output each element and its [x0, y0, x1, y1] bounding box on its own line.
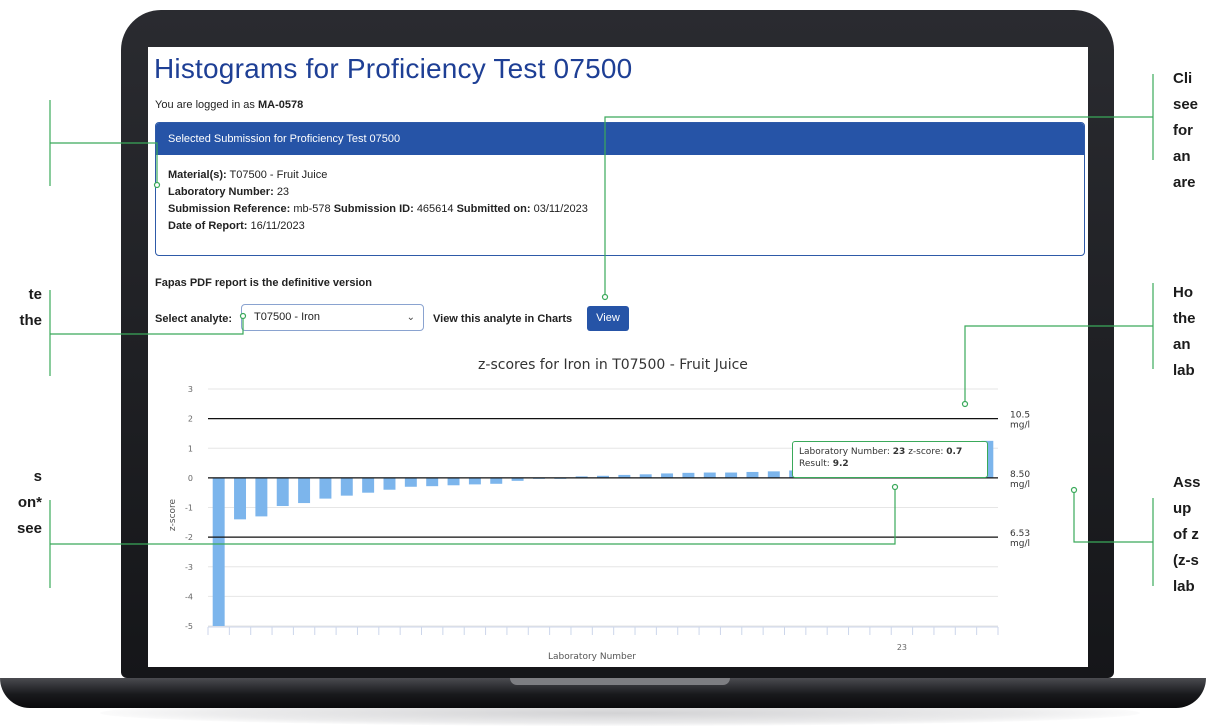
callout-line-right-3 — [1073, 491, 1153, 543]
annotation-left-1: te the — [0, 282, 43, 334]
annotation-right-3-line-4: (z-s — [1173, 552, 1199, 569]
callout-line-left-1 — [50, 142, 158, 184]
annotation-right-2-line-3: an — [1173, 336, 1191, 353]
callout-connectors — [49, 74, 1154, 588]
annotation-right-3-line-1: Ass — [1173, 474, 1201, 491]
callout-line-right-2 — [964, 325, 1153, 403]
annotation-right-1-line-1: Cli — [1173, 70, 1193, 87]
callout-dot-right-1 — [601, 293, 609, 301]
callout-line-left-3 — [50, 489, 896, 545]
annotation-right-1-line-4: an — [1173, 148, 1191, 165]
annotation-right-3: Ass up of z (z-s lab — [1173, 470, 1201, 600]
annotation-right-3-line-5: lab — [1173, 578, 1195, 595]
callout-dot-right-3 — [1070, 486, 1078, 494]
annotation-right-2: Ho the an lab — [1173, 280, 1196, 384]
annotation-left-2-line-3: see — [16, 520, 42, 537]
annotation-right-3-line-2: up — [1173, 500, 1192, 517]
annotation-left-1-line-2: the — [19, 312, 43, 329]
annotation-right-1-line-5: are — [1173, 174, 1196, 191]
annotation-right-2-line-2: the — [1173, 310, 1196, 327]
callout-dot-left-2 — [239, 312, 247, 320]
callout-dot-left-1 — [153, 181, 161, 189]
callout-line-left-2 — [50, 317, 244, 335]
annotation-left-2-line-2: on* — [17, 494, 42, 511]
annotation-right-2-line-4: lab — [1173, 362, 1195, 379]
annotation-left-2: s on* see — [0, 464, 42, 542]
callout-line-right-1 — [604, 116, 1153, 296]
annotation-right-1: Cli see for an are — [1173, 66, 1198, 196]
annotation-left-1-line-1: te — [28, 286, 42, 303]
callout-dot-right-2 — [961, 400, 969, 408]
annotation-right-3-line-3: of z — [1173, 526, 1199, 543]
callout-dot-left-3 — [891, 483, 899, 491]
annotation-right-1-line-3: for — [1173, 122, 1193, 139]
annotation-left-2-line-1: s — [33, 468, 42, 485]
annotation-right-2-line-1: Ho — [1173, 284, 1193, 301]
annotation-right-1-line-2: see — [1173, 96, 1199, 113]
